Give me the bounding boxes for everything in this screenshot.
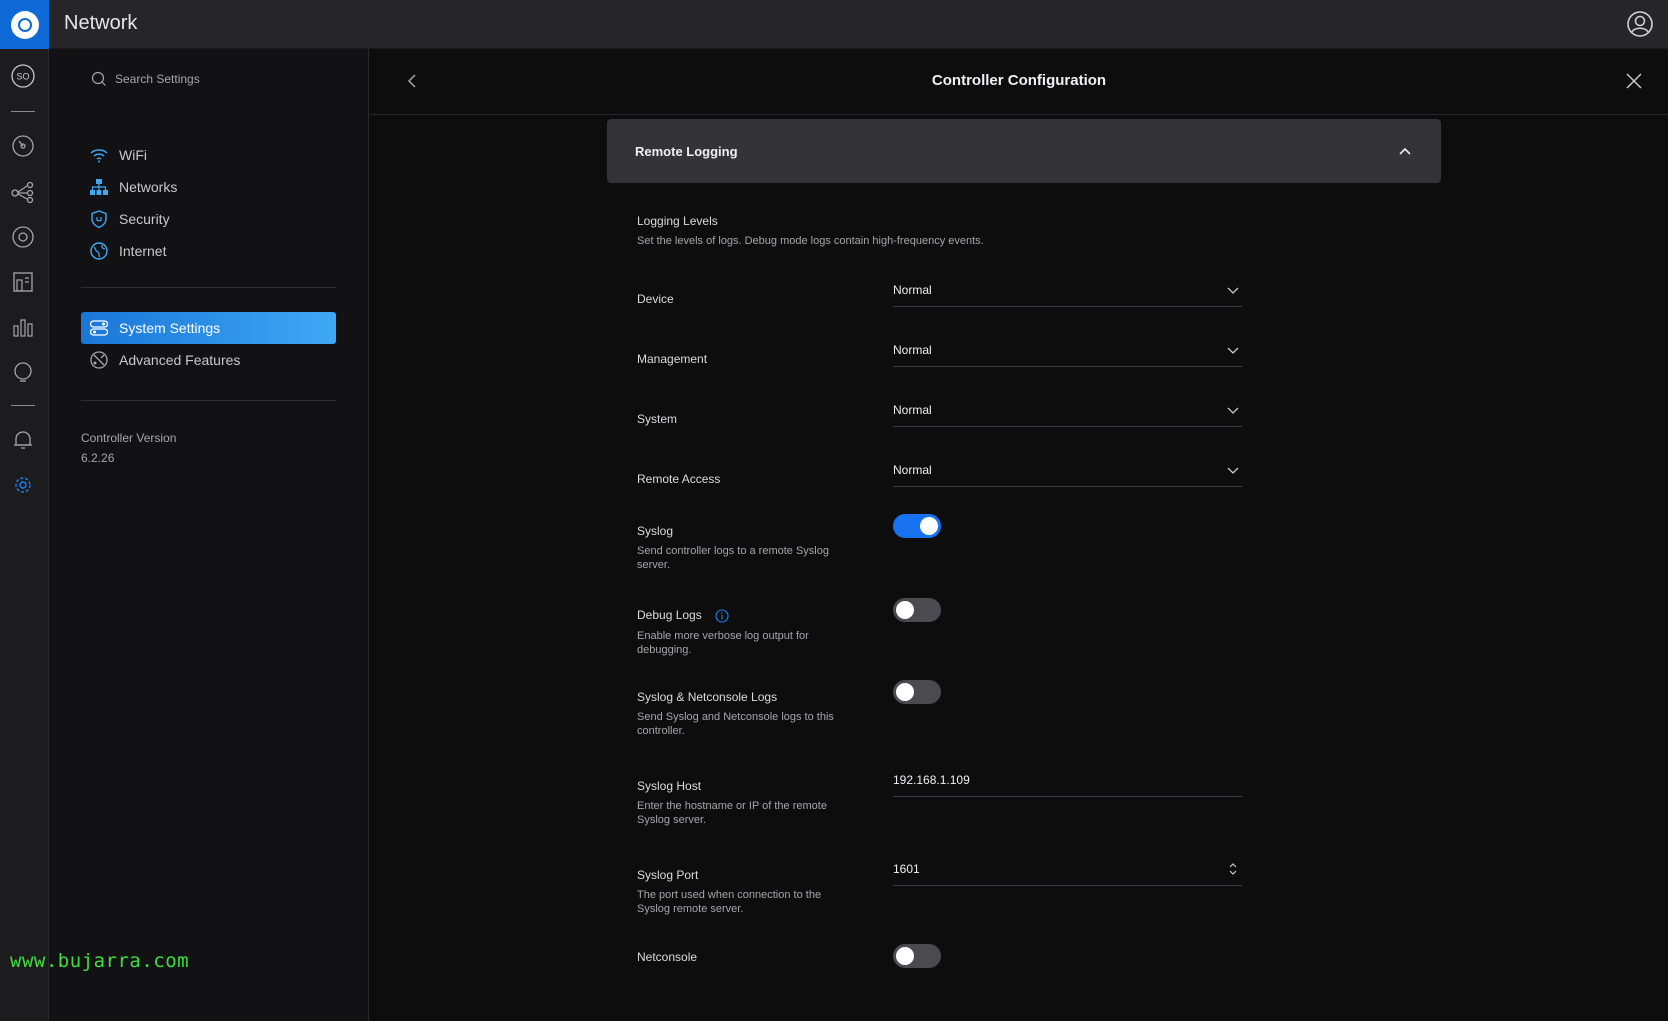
nav-divider	[11, 405, 35, 406]
chevron-down-icon	[1227, 467, 1239, 474]
wifi-icon	[90, 149, 108, 163]
search-icon	[91, 71, 106, 86]
debug-logs-row: Debug Logs Enable more verbose log outpu…	[637, 598, 1242, 657]
settings-side-panel: Search Settings WiFi Networks Security I…	[49, 49, 369, 1021]
system-level-row: System Normal	[637, 403, 1242, 427]
sidebar-item-label: WiFi	[119, 147, 147, 163]
clients-icon[interactable]	[10, 269, 36, 295]
syslog-netconsole-row: Syslog & Netconsole Logs Send Syslog and…	[637, 680, 1242, 738]
dashboard-icon[interactable]	[10, 133, 36, 159]
sidebar-item-internet[interactable]: Internet	[81, 235, 336, 267]
app-title: Network	[64, 12, 138, 34]
device-level-select[interactable]: Normal	[893, 279, 1242, 307]
sidebar-item-label: Networks	[119, 179, 178, 195]
system-settings-icon	[89, 320, 109, 336]
sidebar-item-networks[interactable]: Networks	[81, 171, 336, 203]
management-level-select[interactable]: Normal	[893, 339, 1242, 367]
netconsole-row: Netconsole	[637, 944, 1242, 968]
chevron-down-icon	[1227, 347, 1239, 354]
controller-version-label: Controller Version	[81, 431, 177, 445]
input-value: 1601	[893, 862, 920, 876]
controller-version-value: 6.2.26	[81, 451, 115, 465]
chevron-up-icon[interactable]	[1397, 143, 1413, 159]
remote-logging-section-header[interactable]: Remote Logging	[607, 119, 1441, 183]
sidebar-item-system-settings[interactable]: System Settings	[81, 312, 336, 344]
debug-logs-toggle[interactable]	[893, 598, 941, 622]
logging-levels-label: Logging Levels	[637, 214, 718, 228]
app-logo[interactable]	[0, 0, 49, 49]
stepper-icon[interactable]	[1226, 862, 1240, 876]
syslog-port-input[interactable]: 1601	[893, 858, 1242, 886]
watermark: www.bujarra.com	[10, 950, 190, 972]
select-value: Normal	[893, 463, 932, 477]
page-title: Controller Configuration	[931, 72, 1107, 89]
chevron-down-icon	[1227, 287, 1239, 294]
user-account-icon[interactable]	[1626, 10, 1654, 38]
settings-menu: WiFi Networks Security Internet System S…	[81, 139, 336, 465]
topology-icon[interactable]	[10, 179, 36, 205]
search-placeholder: Search Settings	[115, 72, 200, 86]
left-nav: SO	[0, 49, 49, 1021]
alerts-icon[interactable]	[10, 427, 36, 453]
debug-logs-desc: Enable more verbose log output for debug…	[637, 629, 809, 656]
logging-levels-row: Logging Levels Set the levels of logs. D…	[637, 214, 1242, 248]
site-initials: SO	[16, 72, 29, 82]
statistics-icon[interactable]	[10, 314, 36, 340]
info-icon[interactable]	[715, 609, 729, 623]
close-icon[interactable]	[1622, 69, 1646, 93]
select-value: Normal	[893, 343, 932, 357]
shield-icon	[91, 210, 107, 229]
sidebar-item-advanced-features[interactable]: Advanced Features	[81, 344, 336, 376]
main-header: Controller Configuration	[370, 49, 1668, 115]
menu-divider	[81, 287, 336, 288]
sidebar-item-label: Security	[119, 211, 170, 227]
syslog-host-desc: Enter the hostname or IP of the remote S…	[637, 800, 827, 826]
top-bar: Network	[0, 0, 1668, 49]
management-level-row: Management Normal	[637, 343, 1242, 367]
sidebar-item-label: System Settings	[119, 320, 221, 336]
sidebar-item-label: Internet	[119, 243, 167, 259]
select-value: Normal	[893, 403, 932, 417]
globe-icon	[90, 242, 108, 260]
settings-icon[interactable]	[10, 472, 36, 498]
devices-icon[interactable]	[10, 224, 36, 250]
section-title: Remote Logging	[635, 144, 738, 159]
syslog-netconsole-desc: Send Syslog and Netconsole logs to this …	[637, 711, 834, 737]
debug-logs-label: Debug Logs	[637, 608, 702, 622]
syslog-toggle[interactable]	[893, 514, 941, 538]
advanced-features-icon	[90, 351, 108, 369]
syslog-port-desc: The port used when connection to the Sys…	[637, 889, 822, 915]
syslog-netconsole-toggle[interactable]	[893, 680, 941, 704]
chevron-down-icon	[1227, 407, 1239, 414]
sidebar-item-label: Advanced Features	[119, 352, 241, 368]
select-value: Normal	[893, 283, 932, 297]
logging-levels-desc: Set the levels of logs. Debug mode logs …	[637, 235, 984, 247]
menu-divider	[81, 400, 336, 401]
syslog-port-row: Syslog Port The port used when connectio…	[637, 862, 1242, 916]
search-settings[interactable]: Search Settings	[91, 71, 200, 87]
syslog-desc: Send controller logs to a remote Syslog …	[637, 545, 829, 571]
sidebar-item-security[interactable]: Security	[81, 203, 336, 235]
insights-icon[interactable]	[10, 359, 36, 385]
logo-circle-icon	[10, 10, 39, 39]
site-switcher-icon[interactable]: SO	[10, 63, 36, 89]
input-value: 192.168.1.109	[893, 773, 970, 787]
remote-access-level-row: Remote Access Normal	[637, 463, 1242, 487]
syslog-host-input[interactable]: 192.168.1.109	[893, 769, 1242, 797]
remote-access-level-select[interactable]: Normal	[893, 459, 1242, 487]
sidebar-item-wifi[interactable]: WiFi	[81, 139, 336, 171]
nav-divider	[11, 111, 35, 112]
system-level-select[interactable]: Normal	[893, 399, 1242, 427]
syslog-host-row: Syslog Host Enter the hostname or IP of …	[637, 773, 1242, 827]
networks-icon	[90, 179, 108, 195]
syslog-row: Syslog Send controller logs to a remote …	[637, 514, 1242, 572]
netconsole-toggle[interactable]	[893, 944, 941, 968]
main-content: Controller Configuration Remote Logging …	[370, 49, 1668, 1021]
device-level-row: Device Normal	[637, 283, 1242, 307]
